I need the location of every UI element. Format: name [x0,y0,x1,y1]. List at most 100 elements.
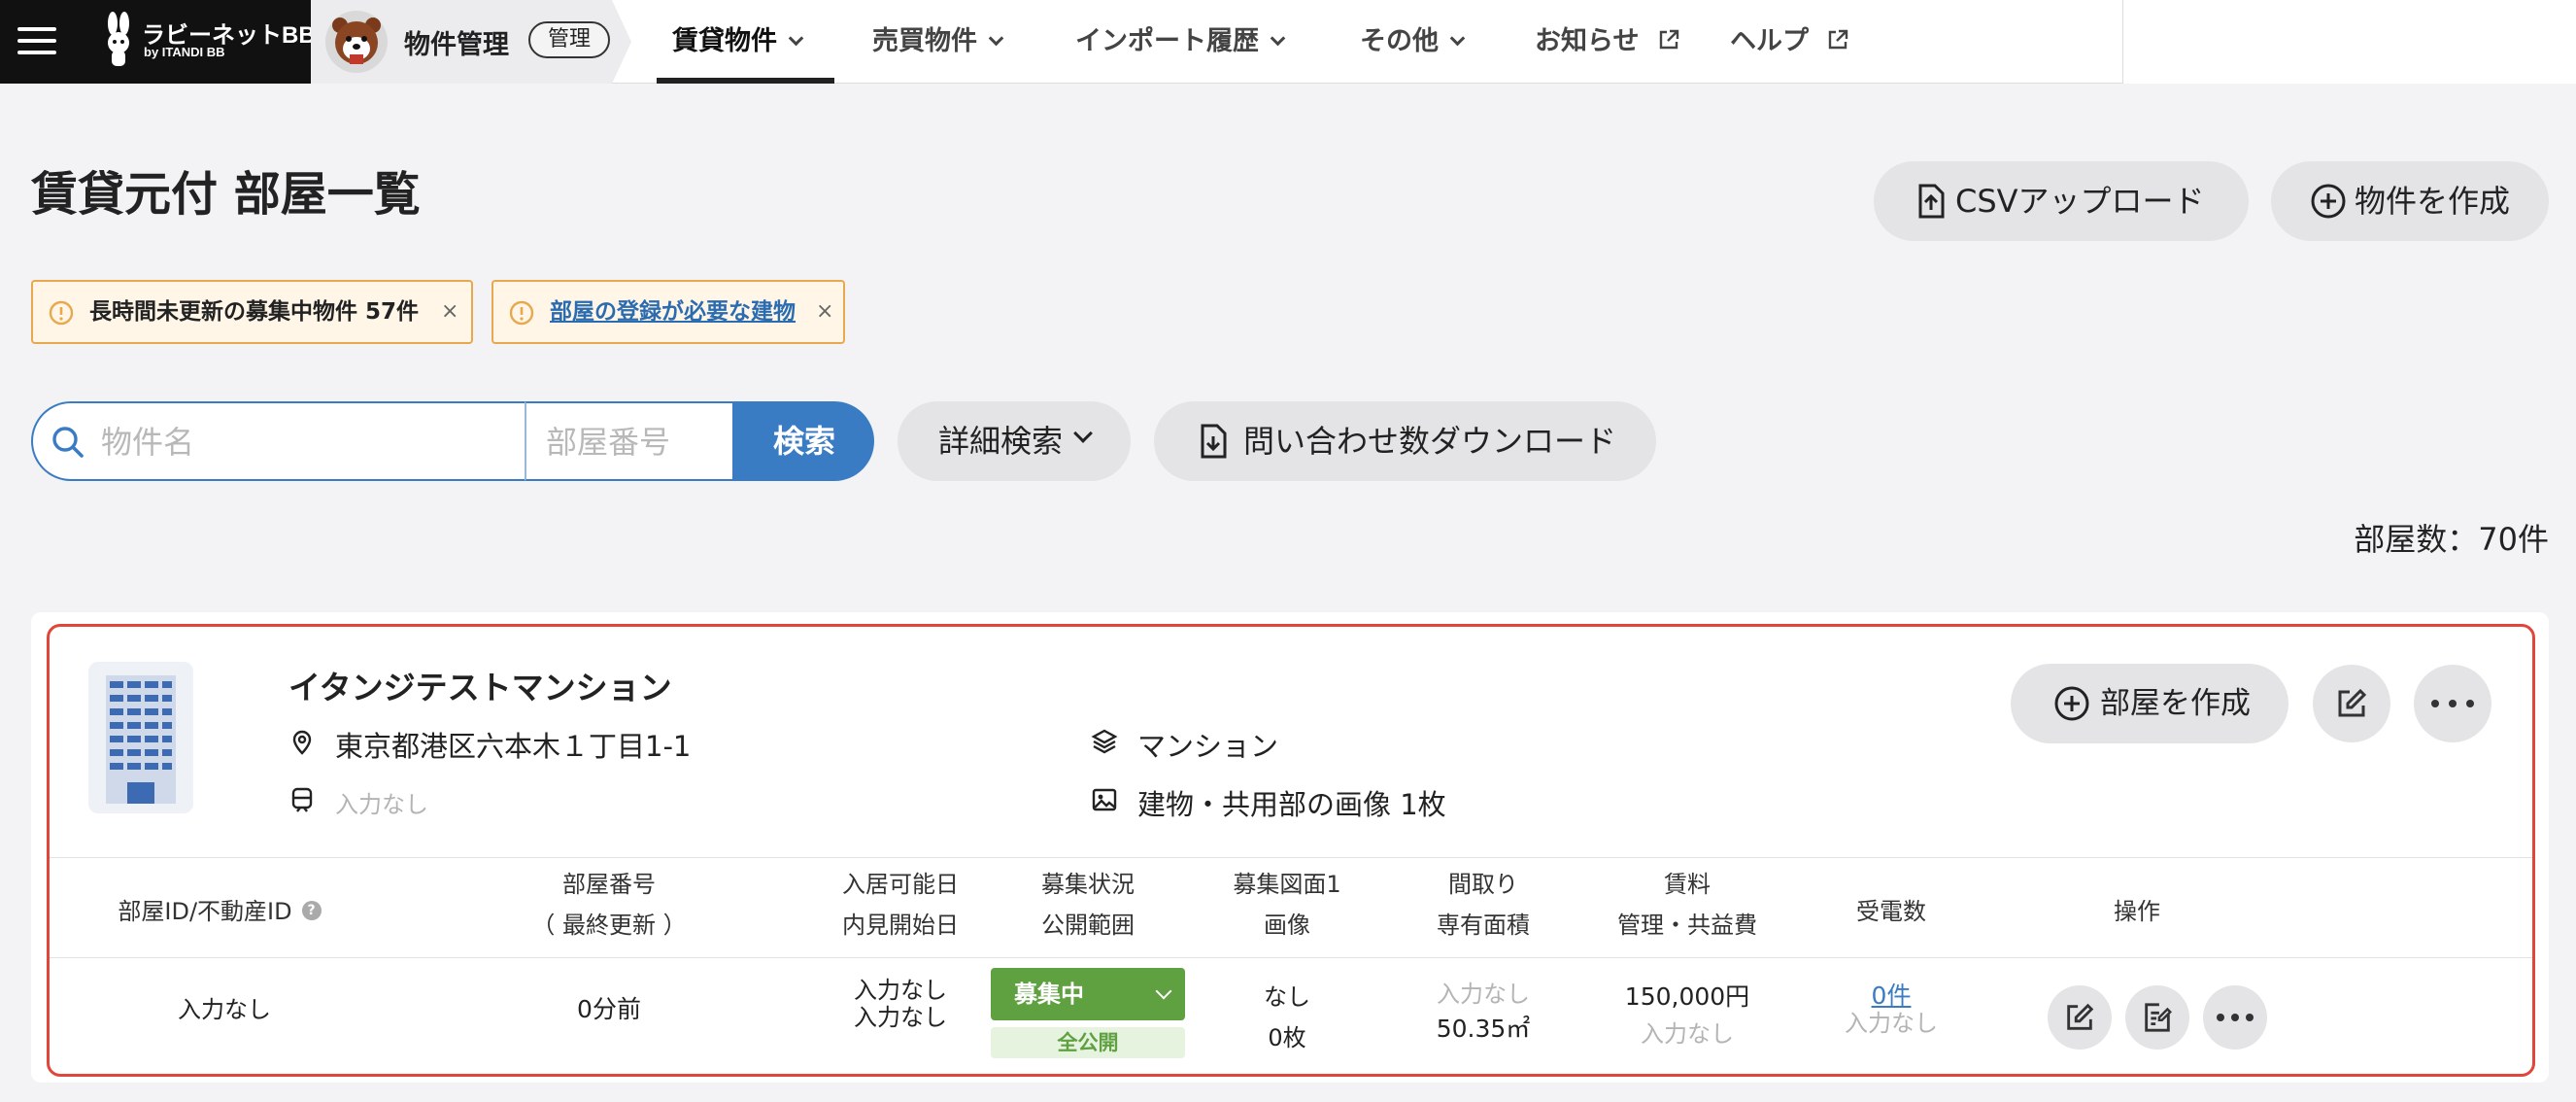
search-button[interactable]: 検索 [734,401,874,481]
drawing-text: なし [1264,983,1310,1011]
col-room-id-label: 部屋ID/不動産ID [118,898,292,925]
edit-listing-button[interactable] [2125,985,2189,1050]
calls-link[interactable]: 0件 [1823,982,1959,1010]
account-area[interactable] [2122,0,2576,84]
area-text: 50.35㎡ [1436,1015,1531,1043]
row-more-button[interactable] [2203,985,2267,1050]
images-count: 0枚 [1268,1024,1306,1051]
hamburger-menu-icon[interactable] [17,21,56,60]
train-icon [291,787,313,812]
external-link-icon [1829,29,1848,49]
nav-news[interactable]: お知らせ [1535,0,1679,84]
app-switcher[interactable]: 物件管理 管理 [311,0,631,84]
nav-label: インポート履歴 [1075,26,1259,56]
map-pin-icon [292,730,312,755]
app-badge: 管理 [528,21,611,58]
warning-circle-icon [49,300,74,326]
alert-close-icon[interactable]: × [816,282,833,342]
alert-building-needs-rooms[interactable]: 部屋の登録が必要な建物 × [491,280,845,344]
nav-label: 売買物件 [872,26,977,56]
inquiry-download-label: 問い合わせ数ダウンロード [1243,423,1617,460]
room-id-value: 入力なし [178,996,271,1023]
edit-icon [2338,688,2367,717]
chevron-down-icon [988,30,1004,47]
property-name-input[interactable] [101,421,509,464]
layout-value: 入力なし 50.35㎡ [1406,977,1561,1047]
advanced-search-button[interactable]: 詳細検索 [898,401,1131,481]
more-horizontal-icon [2217,1014,2254,1021]
layers-icon [1091,729,1118,754]
col-move-in: 入居可能日 内見開始日 [823,864,978,946]
more-horizontal-icon [2431,700,2474,707]
room-number-search[interactable] [525,401,734,481]
edit-property-button[interactable] [2313,665,2390,742]
nav-label: ヘルプ [1730,26,1809,56]
col-sublabel: 管理・共益費 [1617,912,1757,939]
search-bar: 検索 [31,401,874,481]
col-sublabel: 内見開始日 [842,912,959,939]
help-icon[interactable]: ? [301,901,322,920]
chevron-down-icon [1270,30,1286,47]
property-card: イタンジテストマンション 東京都港区六本木１丁目1-1 入力なし マンション 建… [31,612,2549,1083]
drawing-value: なし 0枚 [1209,977,1365,1058]
col-label: 募集状況 [1041,871,1135,898]
room-number-input[interactable] [546,421,721,464]
status-dropdown[interactable]: 募集中 [991,968,1185,1020]
col-actions: 操作 [2114,898,2160,925]
col-rent: 賃料 管理・共益費 [1600,864,1775,946]
building-icon [88,662,193,813]
brand-sub: by ITANDI BB [144,45,225,59]
csv-upload-label: CSVアップロード [1955,183,2205,220]
fee-text: 入力なし [1641,1020,1734,1048]
page-title: 賃貸元付 部屋一覧 [31,167,421,222]
divider [50,857,2532,858]
station-text: 入力なし [335,791,428,818]
col-label: 間取り [1448,871,1518,898]
calls-sub: 入力なし [1845,1010,1938,1037]
col-sublabel: 専有面積 [1437,912,1530,939]
viewing-date: 入力なし [854,1004,947,1031]
app-title: 物件管理 [404,30,509,60]
property-name-search[interactable] [31,401,525,481]
create-property-label: 物件を作成 [2355,183,2511,220]
col-sublabel: （ 最終更新 ） [531,912,687,939]
alert-close-icon[interactable]: × [441,282,458,342]
move-in-date: 入力なし [854,977,947,1004]
address-text: 東京都港区六本木１丁目1-1 [335,730,692,763]
edit-room-button[interactable] [2048,985,2112,1050]
create-property-button[interactable]: 物件を作成 [2271,161,2549,241]
top-navigation: ラビーネットBB by ITANDI BB 物件管理 管理 賃貸物件 売買物件 … [0,0,2576,84]
alert-stale-listings[interactable]: 長時間未更新の募集中物件 57件 × [31,280,473,344]
file-download-icon [1201,424,1227,459]
inquiry-download-button[interactable]: 問い合わせ数ダウンロード [1154,401,1656,481]
nav-import-history[interactable]: インポート履歴 [1075,0,1286,84]
csv-upload-button[interactable]: CSVアップロード [1874,161,2249,241]
calls-value: 0件 入力なし [1823,982,1959,1038]
layout-text: 入力なし [1437,981,1530,1008]
type-text: マンション [1137,730,1279,763]
bear-mascot-icon [325,11,388,73]
alert-link[interactable]: 部屋の登録が必要な建物 [550,282,796,342]
chevron-down-icon [1155,982,1172,1000]
rabbit-logo-icon [108,12,129,66]
alert-text: 長時間未更新の募集中物件 57件 [89,299,420,325]
rent-text: 150,000円 [1624,982,1750,1011]
move-in-value: 入力なし 入力なし [823,977,978,1031]
nav-rental-properties[interactable]: 賃貸物件 [657,0,834,84]
col-layout: 間取り 専有面積 [1406,864,1561,946]
advanced-search-label: 詳細検索 [938,423,1064,460]
more-options-button[interactable] [2414,665,2491,742]
nav-other[interactable]: その他 [1360,0,1466,84]
status-value: 募集中 [1014,981,1084,1008]
col-drawing: 募集図面1 画像 [1209,864,1365,946]
create-room-button[interactable]: 部屋を作成 [2011,664,2288,743]
create-room-label: 部屋を作成 [2100,686,2251,721]
edit-icon [2067,1003,2094,1030]
nav-sales-properties[interactable]: 売買物件 [872,0,1004,84]
col-room-id: 部屋ID/不動産ID? [108,887,331,936]
nav-label: その他 [1360,26,1439,56]
nav-label: 賃貸物件 [672,26,777,56]
col-sublabel: 画像 [1264,912,1310,939]
nav-help[interactable]: ヘルプ [1730,0,1848,84]
col-label: 部屋番号 [562,871,656,898]
